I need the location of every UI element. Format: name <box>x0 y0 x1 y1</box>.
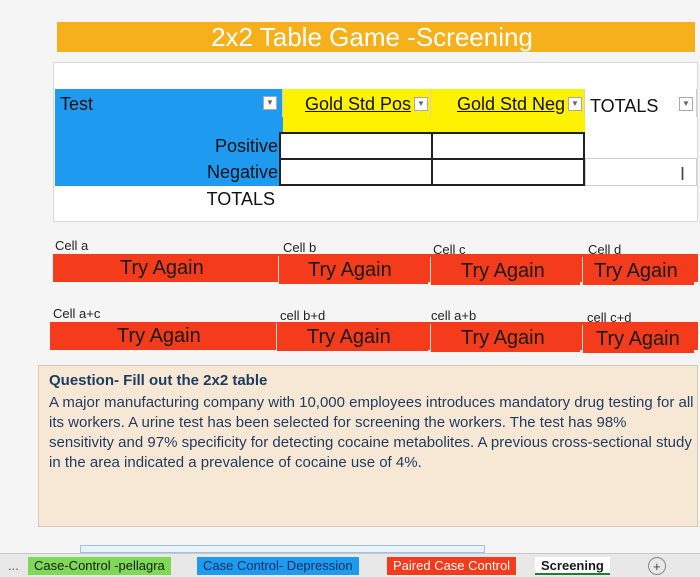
spreadsheet: 2x2 Table Game -Screening Test ▼ Gold St… <box>0 0 700 577</box>
header-gold-pos-cell[interactable]: Gold Std Pos ▼ <box>283 89 431 117</box>
result-cell-cd: Try Again <box>596 328 680 350</box>
row-label-negative: Negative <box>206 162 278 182</box>
totals-column-cell[interactable]: I <box>585 158 697 186</box>
header-totals-label: TOTALS <box>590 96 659 116</box>
result-cell-a: Try Again <box>120 257 204 279</box>
tab-case-control-pellagra[interactable]: Case-Control -pellagra <box>28 557 171 575</box>
input-cell-b[interactable] <box>431 132 585 160</box>
label-cell-ab: cell a+b <box>431 308 477 323</box>
header-test-label: Test <box>60 94 94 114</box>
header-test-cell[interactable]: Test ▼ <box>55 89 283 117</box>
sheet-title: 2x2 Table Game -Screening <box>211 22 533 52</box>
label-cell-ac: Cell a+c <box>53 306 101 321</box>
header-gold-neg-label: Gold Std Neg <box>457 94 566 114</box>
input-cell-c[interactable] <box>279 158 433 186</box>
tab-screening[interactable]: Screening <box>535 557 610 575</box>
result-cell-ab: Try Again <box>461 327 545 349</box>
sheet-tab-bar: ... Case-Control -pellagra Case Control-… <box>0 553 700 577</box>
header-gold-neg-fill <box>431 117 585 132</box>
filter-dropdown-icon[interactable]: ▼ <box>568 97 582 111</box>
tab-case-control-depression[interactable]: Case Control- Depression <box>197 557 359 575</box>
label-cell-a: Cell a <box>55 238 89 253</box>
add-sheet-icon[interactable]: + <box>648 557 666 575</box>
title-bar: 2x2 Table Game -Screening <box>57 22 695 52</box>
question-body: A major manufacturing company with 10,00… <box>49 394 694 471</box>
input-cell-a[interactable] <box>279 132 433 160</box>
result-cell-bd: Try Again <box>307 326 391 348</box>
question-title: Question- Fill out the 2x2 table <box>49 372 268 389</box>
question-box: Question- Fill out the 2x2 table A major… <box>38 365 698 527</box>
header-gold-neg-cell[interactable]: Gold Std Neg ▼ <box>431 89 585 117</box>
result-cell-c: Try Again <box>461 260 545 282</box>
filter-dropdown-icon[interactable]: ▼ <box>414 97 428 111</box>
label-cell-bd: cell b+d <box>280 308 326 323</box>
filter-dropdown-icon[interactable]: ▼ <box>263 96 277 110</box>
row-label-positive: Positive <box>214 136 278 156</box>
tab-more-button[interactable]: ... <box>2 557 25 575</box>
tab-paired-case-control[interactable]: Paired Case Control <box>387 557 517 575</box>
input-cell-d[interactable] <box>431 158 585 186</box>
horizontal-scrollbar[interactable] <box>80 545 485 553</box>
row-label-totals: TOTALS <box>206 189 275 209</box>
result-cell-ac: Try Again <box>117 325 201 347</box>
label-cell-b: Cell b <box>283 240 317 255</box>
header-blue-fill <box>55 117 283 132</box>
header-gold-pos-fill <box>283 117 431 132</box>
filter-dropdown-icon[interactable]: ▼ <box>679 97 693 111</box>
result-cell-b: Try Again <box>308 259 392 281</box>
header-gold-pos-label: Gold Std Pos <box>305 94 412 114</box>
result-cell-d: Try Again <box>594 260 678 282</box>
header-totals-cell[interactable]: TOTALS ▼ <box>585 89 697 117</box>
text-cursor-icon: I <box>680 164 686 184</box>
